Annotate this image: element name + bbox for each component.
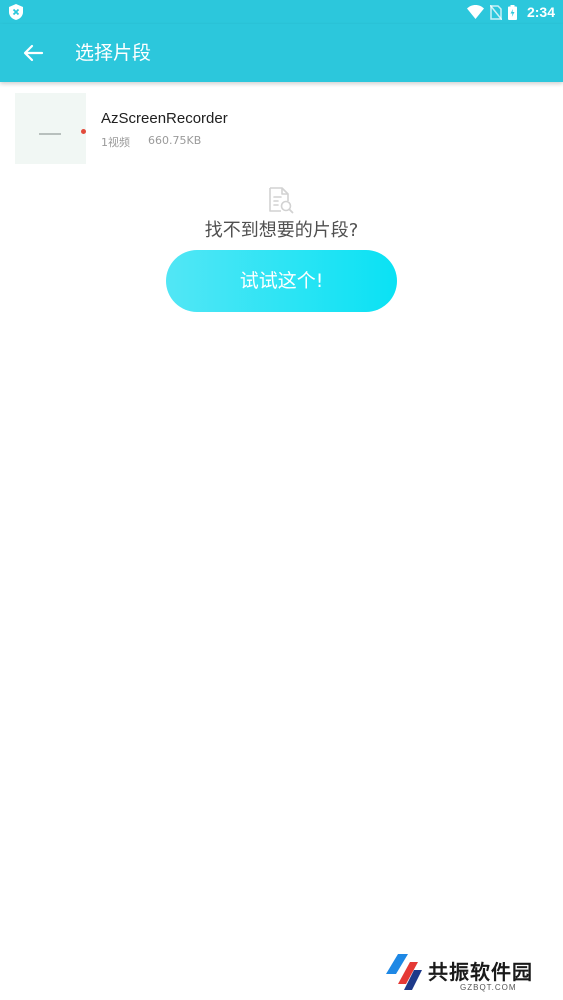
status-icons: 2:34	[466, 0, 555, 24]
wifi-icon	[466, 5, 484, 19]
folder-video-count: 1视频	[101, 136, 130, 149]
watermark-name: 共振软件园	[428, 960, 533, 984]
shield-icon	[9, 4, 23, 20]
watermark: 共振软件园 GZBQT.COM	[384, 950, 554, 996]
folder-thumbnail	[15, 93, 86, 164]
thumbnail-record-dot	[81, 129, 86, 134]
folder-list-item[interactable]: AzScreenRecorder 1视频 660.75KB	[0, 90, 563, 166]
empty-state-text: 找不到想要的片段?	[204, 220, 359, 241]
no-sim-icon	[489, 4, 502, 20]
watermark-logo-icon	[386, 954, 422, 990]
folder-meta: 1视频 660.75KB	[101, 134, 201, 150]
try-this-button[interactable]: 试试这个!	[166, 250, 397, 312]
battery-icon	[507, 4, 517, 20]
document-search-icon	[269, 187, 294, 214]
folder-size: 660.75KB	[148, 134, 202, 147]
status-bar: 2:34	[0, 0, 563, 24]
back-arrow-icon[interactable]	[20, 41, 46, 65]
thumbnail-text-line	[39, 133, 61, 135]
app-bar: 选择片段	[0, 24, 563, 82]
watermark-url: GZBQT.COM	[460, 983, 517, 992]
page-title: 选择片段	[75, 42, 152, 64]
status-time: 2:34	[526, 4, 555, 20]
folder-name: AzScreenRecorder	[101, 110, 228, 127]
